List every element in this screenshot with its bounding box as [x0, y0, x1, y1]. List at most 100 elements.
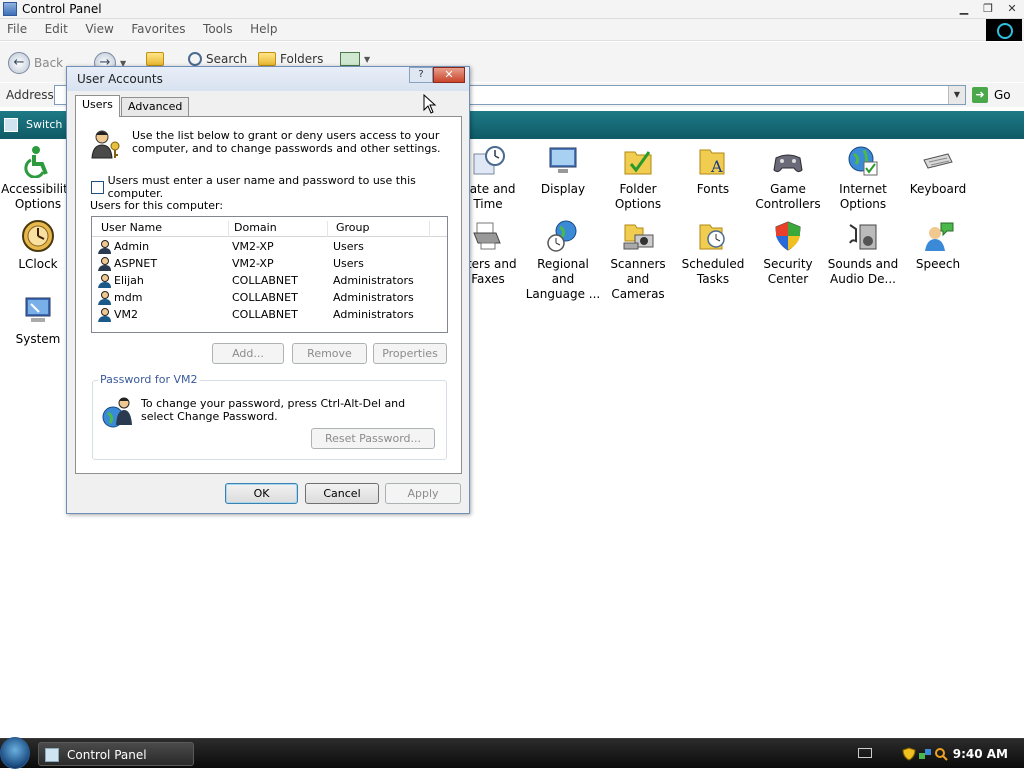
- users-list[interactable]: User Name Domain Group Admin VM2-XP User…: [91, 216, 448, 333]
- cp-internet-options[interactable]: Internet Options: [825, 144, 901, 212]
- help-button[interactable]: ?: [409, 67, 433, 83]
- taskbar-control-panel-button[interactable]: Control Panel: [38, 742, 194, 766]
- properties-button[interactable]: Properties: [373, 343, 447, 364]
- cp-lclock[interactable]: LClock: [0, 219, 76, 272]
- control-panel-icon: [45, 748, 59, 762]
- menu-view[interactable]: View: [78, 19, 120, 39]
- menu-help[interactable]: Help: [243, 19, 284, 39]
- add-user-button[interactable]: Add...: [212, 343, 284, 364]
- cp-game-controllers[interactable]: Game Controllers: [750, 144, 826, 212]
- go-arrow-icon: ➜: [972, 87, 988, 103]
- menu-tools[interactable]: Tools: [196, 19, 240, 39]
- cp-keyboard[interactable]: Keyboard: [900, 144, 976, 197]
- dialog-titlebar[interactable]: User Accounts ? ✕: [67, 67, 469, 91]
- views-button[interactable]: ▼: [340, 52, 370, 66]
- switch-view-link[interactable]: Switch t: [26, 118, 70, 131]
- go-button[interactable]: ➜ Go: [972, 87, 1011, 103]
- tab-users[interactable]: Users: [75, 95, 120, 117]
- cp-item-label: Internet Options: [839, 182, 887, 211]
- cp-security-center[interactable]: Security Center: [750, 219, 826, 287]
- search-button[interactable]: Search: [188, 52, 247, 66]
- clock[interactable]: 9:40 AM: [953, 747, 1008, 761]
- table-row[interactable]: mdm COLLABNET Administrators: [92, 289, 447, 306]
- cp-item-label: Accessibility Options: [1, 182, 75, 211]
- control-panel-icon: [3, 2, 17, 16]
- column-domain[interactable]: Domain: [234, 221, 277, 234]
- column-group[interactable]: Group: [336, 221, 370, 234]
- cp-item-label: System: [15, 332, 61, 346]
- up-folder-button[interactable]: [146, 52, 164, 66]
- cp-sounds-and-audio[interactable]: Sounds and Audio De...: [825, 219, 901, 287]
- table-row[interactable]: ASPNET VM2-XP Users: [92, 255, 447, 272]
- table-row[interactable]: Elijah COLLABNET Administrators: [92, 272, 447, 289]
- back-label: Back: [34, 56, 64, 70]
- user-icon: [98, 274, 111, 288]
- clock-icon: [22, 220, 54, 252]
- regional-icon: [547, 220, 577, 252]
- cell-group: Administrators: [333, 308, 414, 321]
- windows-logo-icon: [986, 19, 1022, 41]
- back-button[interactable]: ← Back: [8, 52, 63, 74]
- require-password-checkbox-row[interactable]: Users must enter a user name and passwor…: [91, 174, 461, 200]
- table-row[interactable]: VM2 COLLABNET Administrators: [92, 306, 447, 323]
- scanner-icon: [623, 224, 654, 250]
- cp-item-label: Scanners and Cameras: [610, 257, 666, 301]
- cp-item-label: Folder Options: [614, 182, 662, 211]
- cp-accessibility-options[interactable]: Accessibility Options: [0, 144, 76, 212]
- folders-button[interactable]: Folders: [258, 52, 323, 66]
- switch-view-icon: [4, 118, 18, 132]
- start-button[interactable]: [0, 737, 30, 769]
- search-tray-icon[interactable]: [934, 747, 948, 761]
- keyboard-tray-icon[interactable]: [858, 748, 872, 758]
- user-icon: [98, 257, 111, 271]
- speech-icon: [925, 222, 954, 251]
- cp-item-label: Display: [540, 182, 586, 196]
- shield-tray-icon[interactable]: [902, 747, 916, 761]
- dialog-title: User Accounts: [77, 72, 163, 86]
- users-list-header: User Name Domain Group: [92, 217, 447, 237]
- apply-button[interactable]: Apply: [385, 483, 461, 504]
- remove-user-button[interactable]: Remove: [292, 343, 367, 364]
- go-label: Go: [994, 88, 1011, 102]
- cp-display[interactable]: Display: [525, 144, 601, 197]
- menu-file[interactable]: File: [0, 19, 34, 39]
- cp-folder-options[interactable]: Folder Options: [600, 144, 676, 212]
- address-dropdown-icon[interactable]: ▼: [948, 86, 965, 104]
- cp-item-label: Keyboard: [909, 182, 967, 196]
- cell-group: Users: [333, 257, 364, 270]
- address-label: Address: [6, 88, 54, 102]
- menubar: File Edit View Favorites Tools Help: [0, 19, 1024, 41]
- cp-speech[interactable]: Speech: [900, 219, 976, 272]
- table-row[interactable]: Admin VM2-XP Users: [92, 238, 447, 255]
- cp-item-label: LClock: [18, 257, 58, 271]
- tab-advanced[interactable]: Advanced: [121, 97, 190, 117]
- window-titlebar: Control Panel ▁ ❐ ✕: [0, 0, 1024, 19]
- mouse-cursor-icon: [423, 94, 437, 114]
- dialog-close-button[interactable]: ✕: [433, 67, 465, 83]
- system-tray: 9:40 AM: [854, 739, 1024, 769]
- cp-scheduled-tasks[interactable]: Scheduled Tasks: [675, 219, 751, 287]
- cancel-button[interactable]: Cancel: [305, 483, 379, 504]
- maximize-button[interactable]: ❐: [976, 0, 1000, 17]
- globe-icon: [848, 146, 878, 176]
- cp-fonts[interactable]: A Fonts: [675, 144, 751, 197]
- cp-scanners-and-cameras[interactable]: Scanners and Cameras: [600, 219, 676, 302]
- user-icon: [98, 240, 111, 254]
- close-button[interactable]: ✕: [1000, 0, 1024, 17]
- reset-password-button[interactable]: Reset Password...: [311, 428, 435, 449]
- column-user-name[interactable]: User Name: [101, 221, 162, 234]
- cell-user-name: ASPNET: [114, 257, 158, 270]
- require-password-checkbox[interactable]: [91, 180, 104, 194]
- date-time-icon: [473, 146, 505, 175]
- minimize-button[interactable]: ▁: [952, 0, 976, 17]
- require-password-label: Users must enter a user name and passwor…: [107, 174, 416, 200]
- cp-regional-and-language[interactable]: Regional and Language ...: [525, 219, 601, 302]
- menu-edit[interactable]: Edit: [38, 19, 75, 39]
- ok-button[interactable]: OK: [225, 483, 298, 504]
- intro-text: Use the list below to grant or deny user…: [132, 129, 441, 155]
- network-tray-icon[interactable]: [918, 747, 932, 761]
- password-groupbox: Password for VM2 To change your password…: [92, 373, 447, 460]
- cp-system[interactable]: System: [0, 294, 76, 347]
- menu-favorites[interactable]: Favorites: [124, 19, 192, 39]
- cell-domain: COLLABNET: [232, 308, 298, 321]
